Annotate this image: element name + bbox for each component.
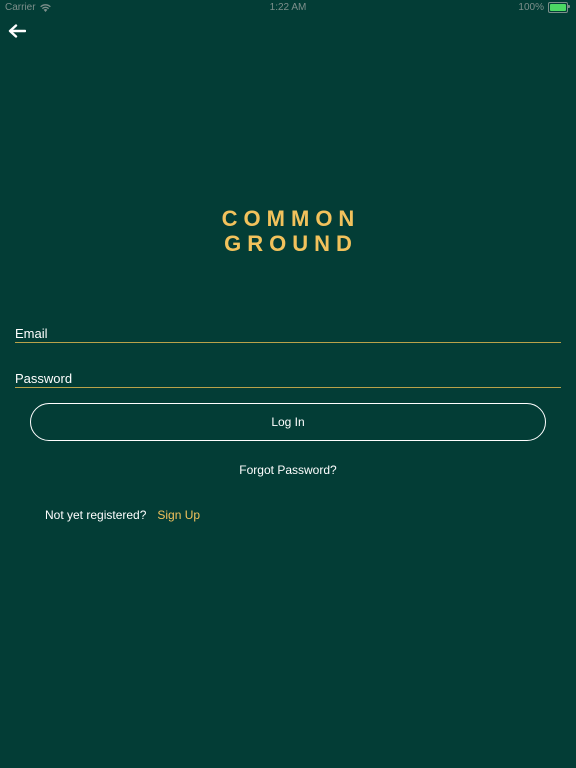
status-bar: Carrier 1:22 AM 100% (0, 0, 576, 16)
signup-link[interactable]: Sign Up (157, 508, 200, 522)
back-arrow-icon (8, 24, 27, 38)
battery-fill (550, 4, 566, 11)
register-prompt: Not yet registered? (45, 508, 147, 522)
forgot-password-link[interactable]: Forgot Password? (239, 463, 336, 477)
email-field[interactable] (15, 324, 561, 343)
password-field[interactable] (15, 369, 561, 388)
login-button-label: Log In (271, 415, 305, 429)
battery-tip (568, 5, 570, 8)
battery-percent: 100% (518, 2, 544, 13)
back-button[interactable] (8, 24, 28, 42)
logo-line-2: GROUND (224, 231, 358, 256)
app-logo: COMMON GROUND (0, 206, 576, 256)
battery-icon (548, 2, 570, 13)
password-input[interactable] (15, 369, 561, 387)
email-input[interactable] (15, 324, 561, 342)
forgot-password-row: Forgot Password? (0, 463, 576, 477)
status-time: 1:22 AM (269, 2, 307, 13)
register-row: Not yet registered? Sign Up (45, 508, 200, 522)
logo-line-1: COMMON (221, 206, 361, 231)
login-button[interactable]: Log In (30, 403, 546, 441)
status-right: 100% (518, 2, 570, 13)
